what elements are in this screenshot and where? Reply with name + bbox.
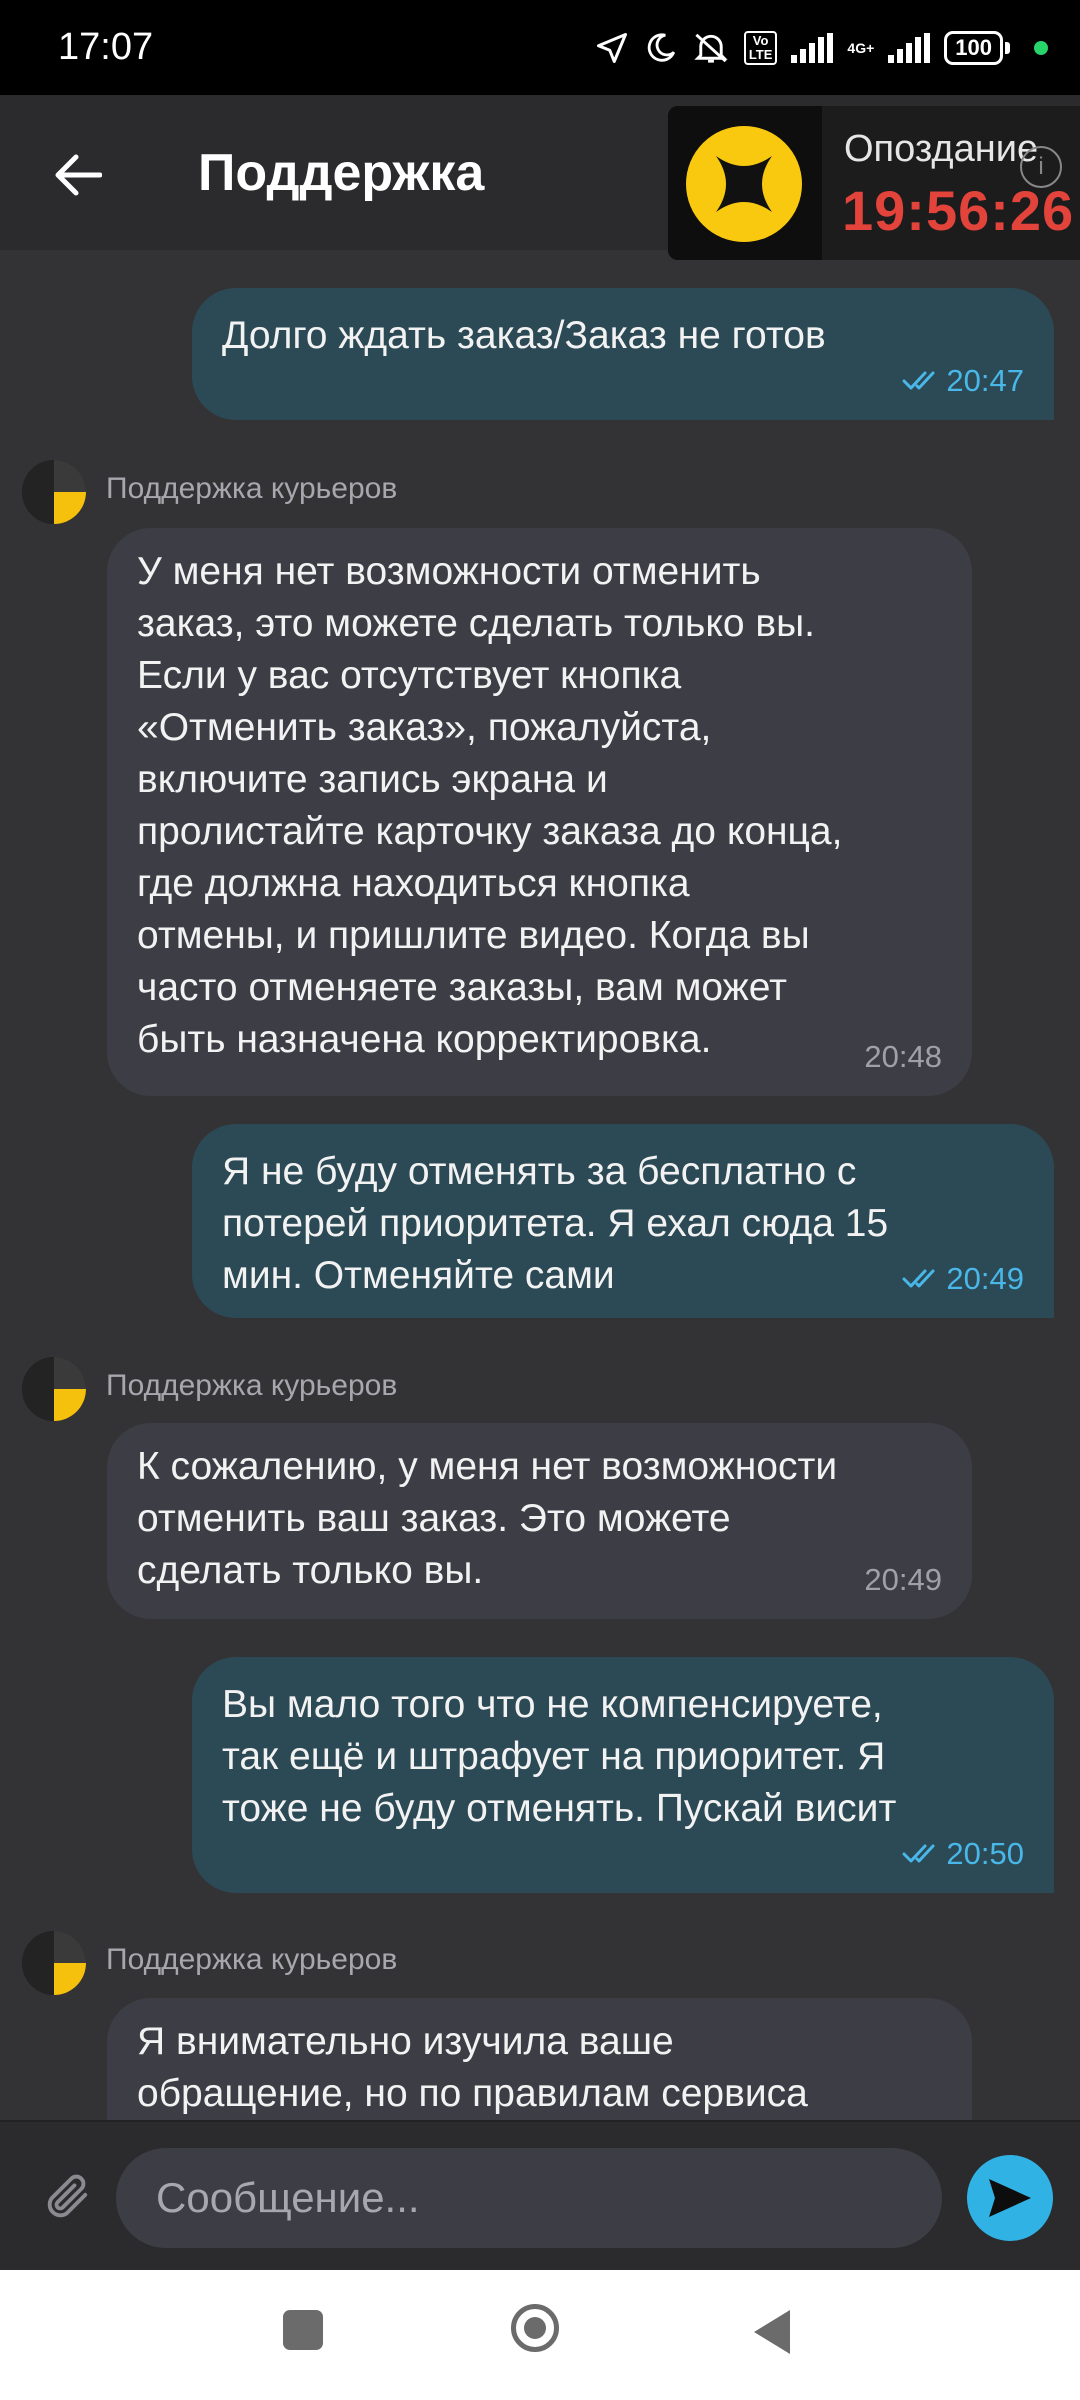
message-text: У меня нет возможности отменить заказ, э… (137, 550, 843, 1061)
message-outgoing[interactable]: Вы мало того что не компенсируете, так е… (192, 1657, 1054, 1893)
message-text: Долго ждать заказ/Заказ не готов (222, 314, 826, 357)
arrow-back-icon (55, 154, 102, 196)
back-button[interactable] (48, 145, 108, 205)
system-nav-bar (0, 2270, 1080, 2400)
lateness-overlay[interactable]: Опоздание 19:56:26 i (668, 106, 1080, 260)
mute-bell-icon (694, 33, 728, 63)
message-input[interactable] (116, 2148, 942, 2248)
send-button[interactable] (967, 2155, 1053, 2241)
message-time: 20:49 (902, 1262, 1024, 1296)
status-icons: Vo LTE 4G+ 100 (594, 30, 1048, 66)
volte-icon: Vo LTE (743, 30, 778, 65)
location-icon (596, 32, 627, 63)
paperclip-icon (47, 2174, 88, 2218)
message-incoming[interactable]: К сожалению, у меня нет возможности отме… (107, 1423, 972, 1619)
network-type-label: 4G+ (847, 39, 875, 56)
message-time: 20:47 (902, 364, 1024, 398)
message-composer (0, 2120, 1080, 2272)
sender-name: Поддержка курьеров (106, 472, 398, 505)
double-check-icon (902, 371, 935, 390)
double-check-icon (902, 1844, 935, 1863)
status-time: 17:07 (58, 26, 154, 68)
double-check-icon (902, 1269, 935, 1288)
lateness-label: Опоздание (844, 128, 1039, 170)
sender-name: Поддержка курьеров (106, 1369, 398, 1402)
signal-icon-2 (888, 32, 931, 63)
message-text: К сожалению, у меня нет возможности отме… (137, 1445, 838, 1592)
message-text: Я внимательно изучила ваше обращение, но… (137, 2020, 808, 2115)
message-time: 20:50 (902, 1837, 1024, 1871)
recent-apps-button[interactable] (283, 2310, 323, 2350)
avatar (22, 1357, 86, 1421)
info-icon[interactable]: i (1020, 146, 1062, 188)
sender-row: Поддержка курьеров (22, 1931, 397, 1995)
moon-icon (647, 32, 675, 62)
message-text: Вы мало того что не компенсируете, так е… (222, 1683, 897, 1830)
signal-icon-1 (791, 32, 834, 63)
battery-level: 100 (944, 30, 1003, 65)
message-incoming[interactable]: У меня нет возможности отменить заказ, э… (107, 528, 972, 1096)
sender-row: Поддержка курьеров (22, 460, 397, 524)
message-outgoing[interactable]: Я не буду отменять за бесплатно с потере… (192, 1124, 1054, 1318)
avatar (22, 1931, 86, 1995)
sender-name: Поддержка курьеров (106, 1943, 398, 1976)
send-icon (989, 2179, 1031, 2217)
avatar (22, 460, 86, 524)
message-time: 20:48 (864, 1039, 942, 1074)
message-list[interactable]: Долго ждать заказ/Заказ не готов 20:47 П… (0, 250, 1080, 2120)
message-outgoing[interactable]: Долго ждать заказ/Заказ не готов 20:47 (192, 288, 1054, 420)
battery-indicator: 100 (944, 30, 1010, 65)
app-logo-icon (686, 126, 802, 242)
message-time: 20:49 (864, 1562, 942, 1597)
message-incoming[interactable]: Я внимательно изучила ваше обращение, но… (107, 1998, 972, 2120)
status-bar: 17:07 Vo LTE 4G+ 100 (0, 0, 1080, 95)
sender-row: Поддержка курьеров (22, 1357, 397, 1421)
privacy-dot (1034, 40, 1048, 55)
nav-back-button[interactable] (752, 2308, 792, 2356)
page-title: Поддержка (198, 144, 485, 202)
home-button[interactable] (511, 2304, 559, 2352)
attach-button[interactable] (38, 2167, 98, 2227)
